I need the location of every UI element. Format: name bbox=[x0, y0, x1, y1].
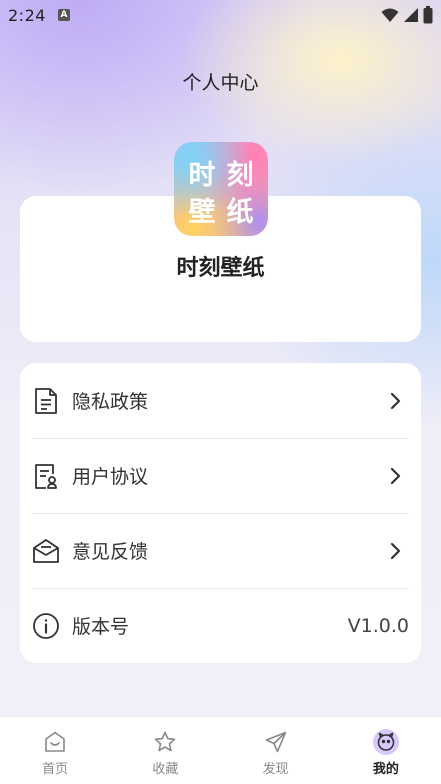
menu-item-label: 意见反馈 bbox=[72, 541, 149, 563]
menu-item-privacy-policy[interactable]: 隐私政策 bbox=[32, 363, 409, 438]
mail-icon bbox=[32, 537, 60, 565]
home-icon bbox=[42, 729, 68, 755]
tab-home[interactable]: 首页 bbox=[0, 717, 110, 784]
profile-icon bbox=[372, 729, 399, 755]
menu-item-label: 版本号 bbox=[72, 616, 130, 638]
logo-char: 时 bbox=[188, 160, 216, 191]
send-icon bbox=[263, 729, 289, 755]
menu-item-version: 版本号 V1.0.0 bbox=[32, 588, 409, 663]
tab-label: 收藏 bbox=[152, 762, 179, 777]
tab-bar: 首页 收藏 发现 我的 bbox=[0, 716, 441, 784]
logo-char: 壁 bbox=[188, 197, 216, 228]
logo-char: 纸 bbox=[226, 197, 254, 228]
star-icon bbox=[152, 729, 178, 755]
tab-label: 我的 bbox=[372, 762, 399, 777]
agreement-icon bbox=[32, 462, 60, 490]
a-icon: A bbox=[58, 9, 70, 21]
chevron-right-icon bbox=[390, 467, 401, 484]
app-logo: 时 刻 壁 纸 bbox=[174, 142, 268, 236]
logo-char: 刻 bbox=[226, 160, 254, 191]
menu-item-user-agreement[interactable]: 用户协议 bbox=[32, 438, 409, 513]
tab-label: 首页 bbox=[42, 762, 69, 777]
wifi-icon bbox=[381, 8, 399, 22]
status-icons bbox=[381, 6, 433, 24]
menu-item-label: 用户协议 bbox=[72, 466, 149, 488]
tab-mine[interactable]: 我的 bbox=[331, 717, 441, 784]
chevron-right-icon bbox=[390, 392, 401, 409]
app-name: 时刻壁纸 bbox=[176, 256, 265, 281]
status-time: 2:24 bbox=[8, 6, 46, 25]
chevron-right-icon bbox=[390, 542, 401, 559]
version-value: V1.0.0 bbox=[347, 614, 409, 637]
tab-favorites[interactable]: 收藏 bbox=[110, 717, 220, 784]
status-bar: 2:24 A bbox=[0, 0, 441, 32]
info-icon bbox=[32, 612, 60, 640]
page-title: 个人中心 bbox=[182, 72, 259, 94]
battery-icon bbox=[423, 6, 433, 24]
tab-discover[interactable]: 发现 bbox=[221, 717, 331, 784]
tab-label: 发现 bbox=[262, 762, 289, 777]
document-icon bbox=[32, 387, 60, 415]
menu-item-feedback[interactable]: 意见反馈 bbox=[32, 513, 409, 588]
menu-item-label: 隐私政策 bbox=[72, 391, 149, 413]
menu-card: 隐私政策 用户协议 意见反馈 版本号 V1.0.0 bbox=[20, 363, 421, 663]
signal-icon bbox=[404, 8, 418, 22]
